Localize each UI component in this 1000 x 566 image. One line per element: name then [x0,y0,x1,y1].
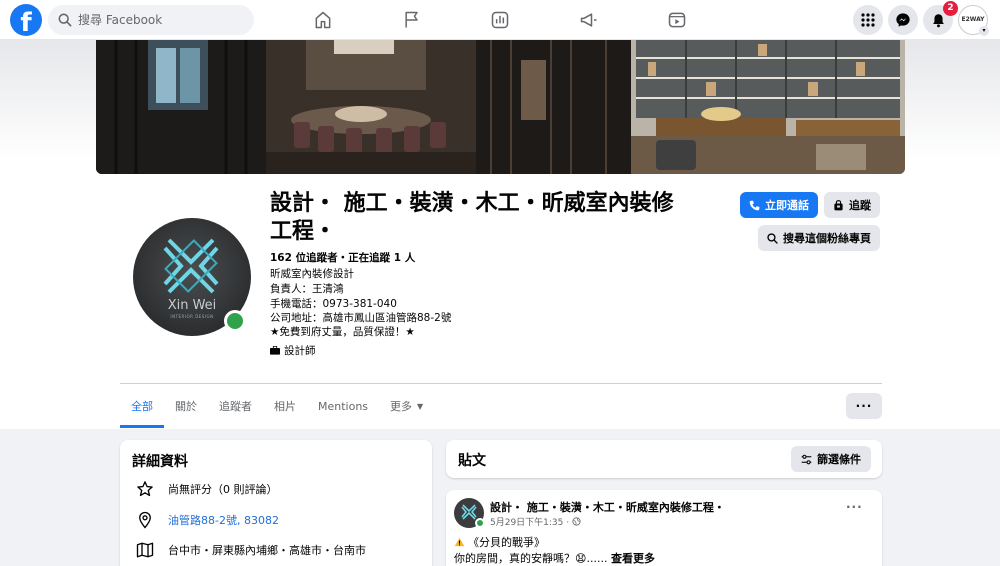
search-page-button[interactable]: 搜尋這個粉絲專頁 [758,225,880,251]
post-options-icon[interactable]: ··· [846,500,863,514]
messenger-icon[interactable] [888,5,918,35]
call-now-button[interactable]: 立即通話 [740,192,818,218]
details-title: 詳細資料 [132,454,188,470]
tab-more-label: 更多 [390,400,413,413]
notification-count-badge: 2 [943,1,958,16]
facebook-logo[interactable]: f [10,4,42,36]
post-author-name[interactable]: 設計・ 施工・裝潢・木工・昕威室內裝修工程・ [490,499,725,515]
follow-label: 追蹤 [849,199,871,212]
tab-all[interactable]: 全部 [120,384,164,428]
map-icon [136,542,154,558]
tab-more[interactable]: 更多 ▼ [379,384,434,428]
category-label: 設計師 [284,345,316,357]
search-box[interactable] [48,5,254,35]
post-card: 設計・ 施工・裝潢・木工・昕威室內裝修工程・ 5月29日下午1:35 · ···… [446,490,882,566]
search-page-label: 搜尋這個粉絲專頁 [783,232,871,245]
briefcase-icon [270,346,280,355]
top-navigation-bar: f 2 E2WAY ▾ [0,0,1000,40]
tab-about[interactable]: 關於 [164,384,208,428]
intro-line-owner: 負責人：王清鴻 [270,283,344,295]
post-meta: 5月29日下午1:35 · [490,515,581,528]
more-options-button[interactable]: ··· [846,393,882,419]
call-now-label: 立即通話 [765,199,809,212]
post-line-1: 《分貝的戰爭》 [454,534,545,550]
intro-line-address: 公司地址：高雄市鳳山區油管路88-2號 [270,312,452,324]
address-link[interactable]: 油管路88-2號, 83082 [168,512,279,528]
post-text-body: 你的房間，真的安靜嗎？😧...... [454,552,611,565]
page-tabs: 全部 關於 追蹤者 相片 Mentions 更多 ▼ [120,384,434,428]
online-status-dot [224,310,246,332]
address-row: 油管路88-2號, 83082 [136,511,279,529]
follow-button[interactable]: 追蹤 [824,192,880,218]
megaphone-ads-icon[interactable] [577,8,601,32]
details-card: 詳細資料 尚無評分（0 則評論） 油管路88-2號, 83082 台中市・屏東縣… [120,440,432,566]
cover-photo[interactable] [96,40,905,174]
rating-row: 尚無評分（0 則評論） [136,480,278,498]
tab-mentions[interactable]: Mentions [307,384,379,428]
star-icon [137,481,153,497]
rating-text: 尚無評分（0 則評論） [168,483,278,496]
pages-flag-icon[interactable] [400,8,424,32]
follow-icon [834,199,843,210]
page-title: 設計・ 施工・裝潢・木工・昕威室內裝修工程・ [270,191,674,244]
account-menu-chevron-icon[interactable]: ▾ [979,26,989,36]
home-icon[interactable] [311,8,335,32]
tab-followers[interactable]: 追蹤者 [208,384,263,428]
see-more-link[interactable]: 查看更多 [611,552,655,565]
public-globe-icon [572,517,581,526]
video-icon[interactable] [665,8,689,32]
post-timestamp[interactable]: 5月29日下午1:35 · [490,515,569,528]
service-area-text: 台中市・屏東縣內埔鄉・高雄市・台南市 [168,544,366,557]
intro-line-slogan: ★免費到府丈量，品質保證！★ [270,326,415,338]
filter-label: 篩選條件 [817,453,861,466]
phone-icon [749,200,760,210]
post-line-2: 你的房間，真的安靜嗎？😧...... 查看更多 [454,550,655,566]
location-pin-icon [139,511,151,529]
menu-grid-icon[interactable] [853,5,883,35]
post-author-online-dot [475,518,485,528]
search-page-icon [767,232,778,244]
cover-photo-image [96,40,905,174]
follower-count[interactable]: 162 位追蹤者・正在追蹤 1 人 [270,250,415,265]
filter-button[interactable]: 篩選條件 [791,446,871,472]
page-category: 設計師 [270,343,316,358]
caret-down-icon: ▼ [417,401,424,411]
posts-header-card: 貼文 篩選條件 [446,440,882,478]
posts-title: 貼文 [458,453,486,469]
post-text-title: 《分貝的戰爭》 [468,536,545,549]
intro-line-company: 昕威室內裝修設計 [270,268,354,280]
intro-line-phone: 手機電話：0973-381-040 [270,298,397,310]
filter-sliders-icon [801,454,812,464]
service-area-row: 台中市・屏東縣內埔鄉・高雄市・台南市 [136,541,366,559]
warning-icon [454,537,465,547]
search-icon [58,13,72,27]
insights-chart-icon[interactable] [488,8,512,32]
tab-photos[interactable]: 相片 [263,384,307,428]
search-input[interactable] [78,13,238,27]
